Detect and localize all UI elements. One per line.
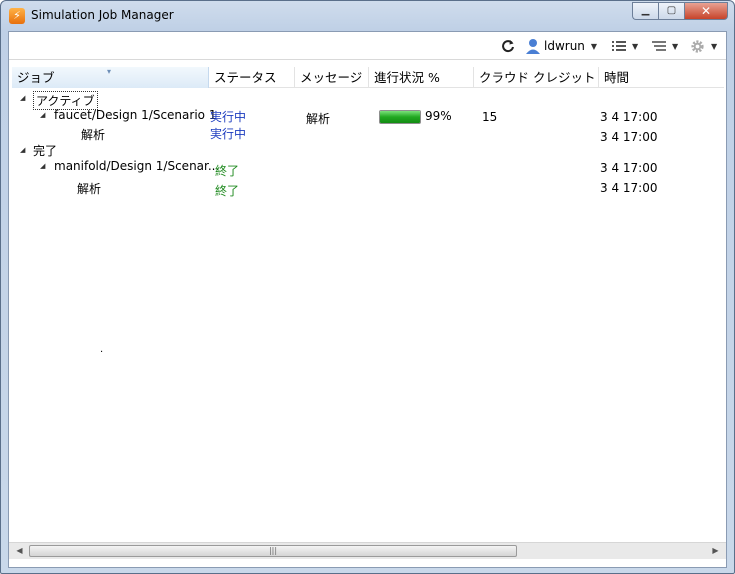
scroll-left-icon[interactable]: ◀ (11, 543, 28, 559)
filter-menu[interactable]: ▼ (652, 38, 678, 54)
toolbar: ldwrun ▼ ▼ ▼ ▼ (9, 32, 726, 60)
column-header-credit[interactable]: クラウド クレジット (474, 67, 599, 88)
credit-value: 15 (482, 110, 498, 124)
column-header-progress[interactable]: 進行状況 % (369, 67, 474, 88)
user-icon (526, 39, 540, 54)
status-text: 終了 (215, 164, 240, 178)
column-header-label: クラウド クレジット (479, 70, 596, 85)
filter-list-icon (652, 41, 666, 51)
sort-ascending-icon: ▾ (107, 67, 112, 76)
gear-icon (691, 39, 704, 53)
user-menu[interactable]: ldwrun ▼ (526, 38, 597, 54)
job-tree-grid: ◢ アクティブ ◢ faucet/Design 1/Scenario 1 実行中… (12, 89, 724, 539)
horizontal-scrollbar[interactable]: ◀ ||| ▶ (9, 542, 726, 559)
window-title: Simulation Job Manager (31, 8, 174, 22)
refresh-icon (502, 40, 514, 53)
app-window: ⚡ Simulation Job Manager ▁ ▢ ✕ ldwrun ▼ … (0, 0, 735, 574)
task-name: 解析 (77, 182, 102, 196)
grid-header: ▾ ジョブ ステータス メッセージ 進行状況 % クラウド クレジット 時間 (12, 67, 724, 88)
settings-menu[interactable]: ▼ (690, 38, 717, 54)
minimize-icon: ▁ (641, 5, 650, 16)
column-header-label: ジョブ (17, 70, 55, 85)
user-name: ldwrun (544, 39, 585, 53)
status-text: 実行中 (210, 127, 247, 141)
time-value: 3 4 17:00 (600, 181, 658, 195)
progress-fill (380, 111, 420, 123)
group-label: 完了 (33, 144, 58, 158)
column-header-status[interactable]: ステータス (209, 67, 295, 88)
expand-collapse-icon[interactable]: ◢ (20, 94, 25, 102)
task-name: 解析 (81, 128, 106, 142)
list-view-menu[interactable]: ▼ (612, 38, 638, 54)
column-header-label: 時間 (604, 70, 630, 85)
stray-dot: · (100, 347, 104, 358)
maximize-icon: ▢ (666, 5, 677, 16)
progress-percent: 99% (425, 109, 452, 123)
scrollbar-thumb[interactable]: ||| (29, 545, 517, 557)
main-panel: ldwrun ▼ ▼ ▼ ▼ ▾ ジョブ ステータス メッセージ 進行状況 % … (8, 31, 727, 568)
column-header-label: 進行状況 % (374, 70, 440, 85)
app-logo-icon: ⚡ (9, 8, 25, 24)
expand-collapse-icon[interactable]: ◢ (20, 146, 25, 154)
column-header-message[interactable]: メッセージ (295, 67, 369, 88)
chevron-down-icon: ▼ (672, 41, 679, 51)
column-header-time[interactable]: 時間 (599, 67, 724, 88)
maximize-button[interactable]: ▢ (658, 2, 684, 20)
status-text: 終了 (215, 184, 240, 198)
chevron-down-icon: ▼ (632, 41, 639, 51)
job-name: manifold/Design 1/Scenar... (54, 159, 220, 173)
close-icon: ✕ (700, 4, 712, 18)
caption-buttons: ▁ ▢ ✕ (632, 2, 728, 22)
refresh-button[interactable] (501, 38, 515, 54)
column-header-job[interactable]: ▾ ジョブ (12, 67, 209, 88)
expand-collapse-icon[interactable]: ◢ (40, 111, 45, 119)
expand-collapse-icon[interactable]: ◢ (40, 162, 45, 170)
close-button[interactable]: ✕ (684, 2, 728, 20)
column-header-label: ステータス (214, 70, 277, 85)
time-value: 3 4 17:00 (600, 130, 658, 144)
chevron-down-icon: ▼ (590, 41, 598, 51)
job-name: faucet/Design 1/Scenario 1 (54, 108, 217, 122)
message-text: 解析 (306, 112, 331, 126)
status-text: 実行中 (210, 110, 247, 124)
minimize-button[interactable]: ▁ (632, 2, 658, 20)
progress-bar (379, 110, 421, 124)
title-bar[interactable]: ⚡ Simulation Job Manager ▁ ▢ ✕ (1, 1, 734, 31)
column-header-label: メッセージ (300, 70, 363, 85)
time-value: 3 4 17:00 (600, 110, 658, 124)
list-view-icon (612, 41, 626, 51)
chevron-down-icon: ▼ (711, 41, 718, 51)
time-value: 3 4 17:00 (600, 161, 658, 175)
scroll-right-icon[interactable]: ▶ (707, 543, 724, 559)
